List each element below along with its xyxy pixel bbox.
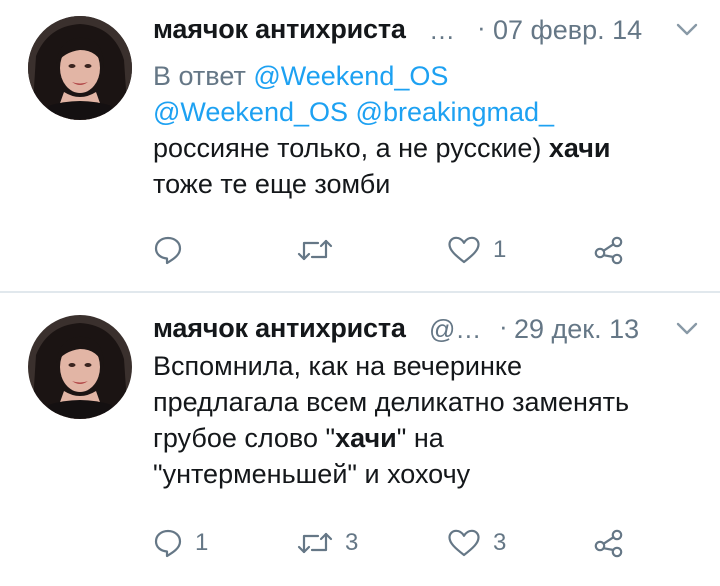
author-handle[interactable]: … bbox=[429, 15, 455, 46]
separator-dot: · bbox=[499, 311, 508, 341]
text-line: тоже те еще зомби bbox=[153, 169, 391, 199]
reply-prefix: В ответ bbox=[153, 61, 246, 91]
text-line: "унтерменьшей" и хохочу bbox=[153, 459, 471, 489]
tweet-header: маячок антихриста … · 07 февр. 14 bbox=[153, 10, 703, 50]
text-line: Вспомнила, как на вечеринке bbox=[153, 351, 523, 381]
speech-bubble-icon bbox=[154, 529, 182, 558]
tweet-header: маячок антихриста @… · 29 дек. 13 bbox=[153, 309, 703, 349]
tweet-item[interactable]: маячок антихриста @… · 29 дек. 13 Вспомн… bbox=[0, 293, 720, 586]
tweet-date[interactable]: 29 дек. 13 bbox=[514, 314, 639, 345]
reply-button[interactable] bbox=[153, 228, 195, 272]
highlighted-word: хачи bbox=[548, 133, 611, 163]
retweet-count: 3 bbox=[345, 529, 359, 556]
tweet-date[interactable]: 07 февр. 14 bbox=[493, 15, 642, 46]
retweet-arrows-icon bbox=[297, 532, 333, 554]
action-bar: 1 bbox=[153, 228, 673, 272]
tweet-text: В ответ @Weekend_OS @Weekend_OS @breakin… bbox=[153, 58, 693, 202]
retweet-button[interactable] bbox=[297, 228, 345, 272]
heart-outline-icon bbox=[448, 236, 480, 264]
reply-button[interactable]: 1 bbox=[153, 521, 208, 565]
avatar[interactable] bbox=[28, 16, 132, 120]
retweet-arrows-icon bbox=[297, 239, 333, 261]
mention-link[interactable]: @Weekend_OS bbox=[253, 61, 448, 91]
tweet-text: Вспомнила, как на вечеринке предлагала в… bbox=[153, 348, 693, 492]
reply-context-line: В ответ @Weekend_OS bbox=[153, 58, 693, 94]
author-name[interactable]: маячок антихриста bbox=[153, 14, 406, 45]
text-line: предлагала всем деликатно заменять bbox=[153, 387, 630, 417]
speech-bubble-icon bbox=[154, 236, 182, 265]
author-handle[interactable]: @… bbox=[429, 314, 481, 345]
retweet-button[interactable]: 3 bbox=[297, 521, 358, 565]
text-line: грубое слово "хачи" на bbox=[153, 420, 693, 456]
mention-link[interactable]: @Weekend_OS bbox=[153, 97, 348, 127]
chevron-down-icon[interactable] bbox=[675, 22, 699, 38]
heart-outline-icon bbox=[448, 529, 480, 557]
like-count: 1 bbox=[493, 236, 507, 263]
text-line: россияне только, а не русские) хачи bbox=[153, 130, 693, 166]
separator-dot: · bbox=[477, 12, 486, 42]
highlighted-word: хачи bbox=[335, 423, 397, 453]
action-bar: 1 3 3 bbox=[153, 521, 673, 565]
avatar-photo bbox=[28, 315, 132, 419]
like-count: 3 bbox=[493, 529, 507, 556]
share-nodes-icon bbox=[594, 529, 623, 558]
avatar-photo bbox=[28, 16, 132, 120]
like-button[interactable]: 3 bbox=[447, 521, 506, 565]
share-nodes-icon bbox=[594, 236, 623, 265]
text-fragment: россияне только, а не русские) bbox=[153, 133, 549, 163]
author-name[interactable]: маячок антихриста bbox=[153, 313, 406, 344]
avatar[interactable] bbox=[28, 315, 132, 419]
share-button[interactable] bbox=[593, 521, 625, 565]
reply-count: 1 bbox=[195, 529, 209, 556]
tweet-item[interactable]: маячок антихриста … · 07 февр. 14 В отве… bbox=[0, 0, 720, 292]
like-button[interactable]: 1 bbox=[447, 228, 506, 272]
text-fragment: грубое слово " bbox=[153, 423, 336, 453]
share-button[interactable] bbox=[593, 228, 625, 272]
chevron-down-icon[interactable] bbox=[675, 321, 699, 337]
mentions-line: @Weekend_OS @breakingmad_ bbox=[153, 94, 693, 130]
text-fragment: " на bbox=[396, 423, 444, 453]
mention-link[interactable]: @breakingmad_ bbox=[356, 97, 555, 127]
